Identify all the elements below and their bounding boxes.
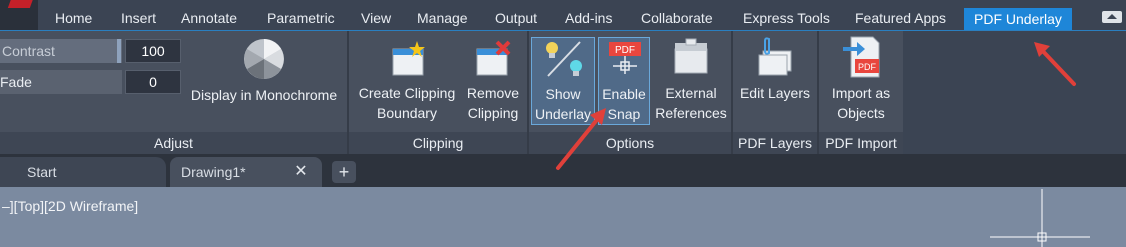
tab-annotate[interactable]: Annotate (181, 0, 237, 30)
doc-tab-start[interactable]: Start (0, 157, 166, 187)
annotation-arrow-icon (1034, 42, 1076, 86)
contrast-slider-handle[interactable] (117, 39, 121, 63)
external-references-label: External References (655, 85, 727, 121)
fade-label: Fade (0, 74, 32, 90)
external-references-button[interactable]: External References (651, 31, 731, 131)
snap-badge-text: PDF (615, 45, 635, 56)
contrast-label: Contrast (2, 43, 55, 59)
import-pdf-icon: PDF (843, 36, 880, 78)
tab-output[interactable]: Output (495, 0, 537, 30)
panel-clipping: Create Clipping Boundary Remove Clipping… (349, 31, 527, 154)
minimize-ribbon-icon[interactable] (1101, 9, 1123, 25)
tab-pdf-underlay[interactable]: PDF Underlay (964, 8, 1072, 30)
panel-adjust: Contrast 100 Fade 0 Display in Monochrom… (0, 31, 347, 154)
tab-view[interactable]: View (361, 0, 391, 30)
remove-clip-icon (476, 40, 511, 76)
tab-express-tools[interactable]: Express Tools (743, 0, 830, 30)
new-tab-button[interactable]: + (332, 161, 356, 183)
contrast-input[interactable]: 100 (125, 39, 181, 63)
tab-manage[interactable]: Manage (417, 0, 468, 30)
show-underlay-icon (546, 41, 582, 77)
tab-home[interactable]: Home (55, 0, 92, 30)
panel-pdf-import: PDF Import as Objects PDF Import (819, 31, 903, 154)
monochrome-icon (244, 39, 284, 79)
external-references-icon (674, 38, 708, 74)
create-clipping-label: Create Clipping Boundary (358, 85, 456, 121)
monochrome-label: Display in Monochrome (190, 87, 338, 103)
tab-featured-apps[interactable]: Featured Apps (855, 0, 946, 30)
panel-title-pdf-layers: PDF Layers (733, 132, 817, 154)
import-as-objects-button[interactable]: PDF Import as Objects (819, 31, 903, 131)
pdf-snap-icon: PDF (609, 42, 641, 74)
drawing-viewport[interactable] (0, 187, 1126, 247)
ribbon-tab-bar: Home Insert Annotate Parametric View Man… (0, 0, 1126, 30)
edit-layers-icon (758, 37, 792, 76)
app-logo[interactable] (0, 0, 38, 30)
create-clip-icon (392, 41, 425, 76)
tab-collaborate[interactable]: Collaborate (641, 0, 713, 30)
tab-insert[interactable]: Insert (121, 0, 156, 30)
edit-layers-button[interactable]: Edit Layers (733, 31, 817, 131)
remove-clipping-label: Remove Clipping (466, 85, 520, 121)
import-as-objects-label: Import as Objects (831, 85, 891, 121)
create-clipping-boundary-button[interactable]: Create Clipping Boundary (353, 31, 461, 131)
fade-input[interactable]: 0 (125, 70, 181, 94)
crosshair-cursor-icon (990, 189, 1090, 247)
tab-parametric[interactable]: Parametric (267, 0, 335, 30)
viewport-controls-label[interactable]: –][Top][2D Wireframe] (2, 198, 138, 214)
edit-layers-label: Edit Layers (739, 85, 811, 101)
close-tab-icon[interactable]: ✕ (292, 157, 310, 187)
panel-pdf-layers: Edit Layers PDF Layers (733, 31, 817, 154)
panel-title-adjust: Adjust (0, 132, 347, 154)
import-badge-text: PDF (858, 62, 877, 72)
tab-add-ins[interactable]: Add-ins (565, 0, 612, 30)
display-in-monochrome-button[interactable]: Display in Monochrome (183, 31, 345, 131)
panel-title-clipping: Clipping (349, 132, 527, 154)
annotation-arrow-icon (556, 108, 606, 170)
remove-clipping-button[interactable]: Remove Clipping (461, 31, 525, 131)
panel-title-pdf-import: PDF Import (819, 132, 903, 154)
